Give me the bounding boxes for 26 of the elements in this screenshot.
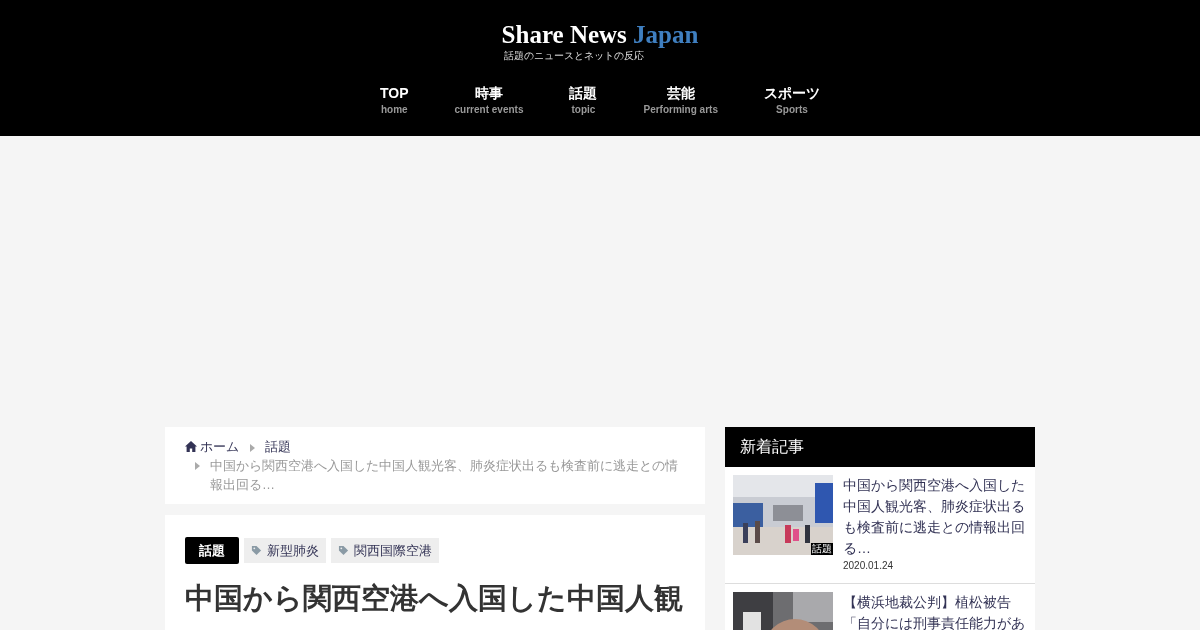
category-label: 話題 [811,543,833,555]
nav-link[interactable]: TOP home [357,83,432,117]
nav-link[interactable]: 芸能 Performing arts [620,83,741,117]
nav-link[interactable]: 話題 topic [546,83,621,117]
tag-link[interactable]: 新型肺炎 [244,538,326,563]
nav-link[interactable]: 時事 current events [431,83,547,117]
breadcrumb-home-link[interactable]: ホーム [185,437,239,456]
breadcrumb-current: 中国から関西空港へ入国した中国人観光客、肺炎症状出るも検査前に逃走との情報出回る… [210,457,679,494]
breadcrumb-arrow-icon [250,443,255,452]
post-title[interactable]: 中国から関西空港へ入国した中国人観光客、肺炎症状出るも検査前に逃走との情報出回る… [843,475,1027,559]
site-logo[interactable]: Share News Japan [501,20,699,50]
tag-link[interactable]: 関西国際空港 [331,538,439,563]
tag-icon [338,545,349,556]
nav-link[interactable]: スポーツ Sports [740,83,843,117]
post-item[interactable]: 話題 中国から関西空港へ入国した中国人観光客、肺炎症状出るも検査前に逃走との情報出回る… 2020.01.24 [725,467,1035,584]
post-title[interactable]: 【横浜地裁公判】植松被告「自分には刑事責任能力があ [843,592,1027,630]
article-title: 中国から関西空港へ入国した中国人観 [185,581,684,616]
breadcrumb-arrow-icon [195,462,200,470]
tag-icon [251,545,262,556]
site-tagline: 話題のニュースとネットの反応 [503,50,644,61]
home-icon [185,441,197,452]
widget-heading: 新着記事 [725,427,1035,467]
category-label[interactable]: 話題 [185,537,239,564]
post-date: 2020.01.24 [843,559,895,573]
breadcrumb-link[interactable]: 話題 [265,439,291,454]
post-item[interactable]: 【横浜地裁公判】植松被告「自分には刑事責任能力があ [725,584,1035,630]
